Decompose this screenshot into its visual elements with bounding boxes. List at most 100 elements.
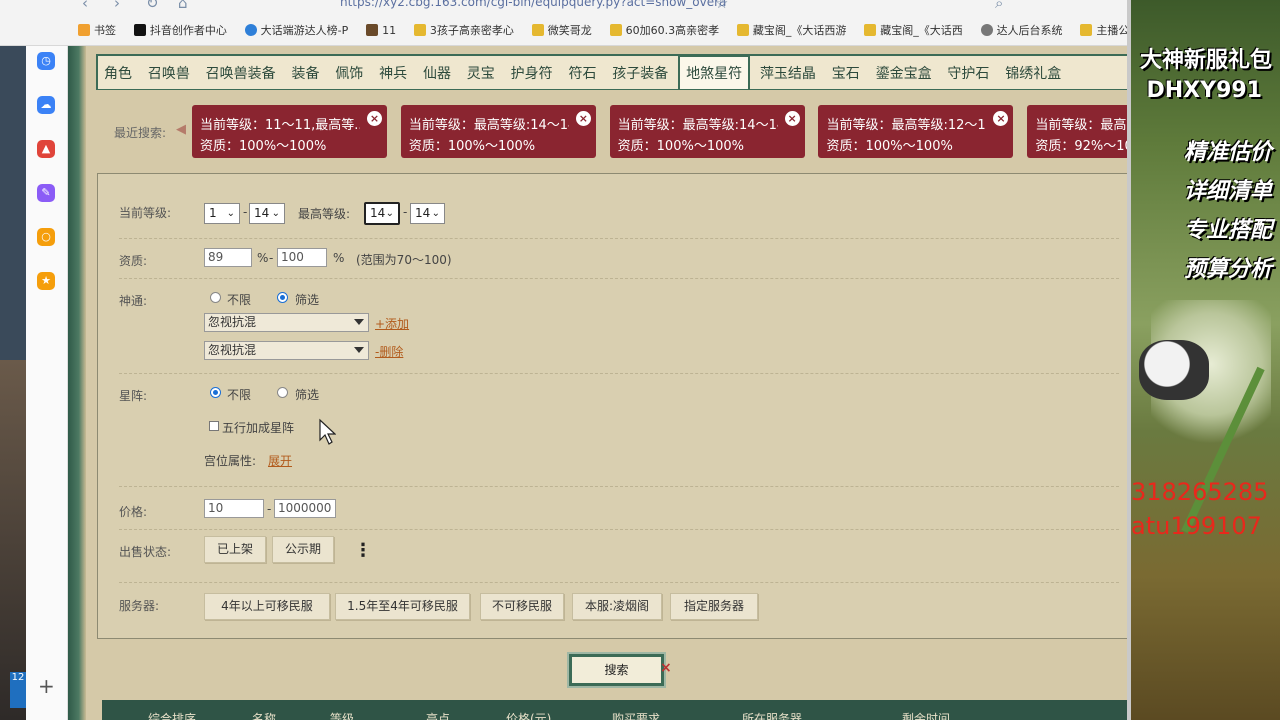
server-specify-button[interactable]: 指定服务器 [670, 593, 758, 620]
server-1-5y-button[interactable]: 1.5年至4年可移民服 [335, 593, 470, 620]
price-from-input[interactable]: 10 [204, 499, 264, 518]
add-shentong-link[interactable]: +添加 [375, 315, 409, 332]
overlay-line: 大神新服礼包 [1139, 48, 1272, 73]
bookmark-item[interactable]: 3孩子高亲密孝心 [413, 22, 514, 38]
xingzhen-filter-radio[interactable] [277, 387, 288, 398]
recent-search-list: 当前等级：11～11,最高等... 资质：100%～100% × 当前等级：最高等级… [192, 105, 1131, 159]
sort-header[interactable]: 综合排序 [148, 710, 196, 720]
tab-divine-weapon[interactable]: 神兵 [373, 57, 413, 89]
close-icon[interactable]: × [993, 111, 1009, 126]
close-icon[interactable]: × [367, 111, 382, 126]
tab-rune-stone[interactable]: 符石 [562, 57, 602, 89]
tab-gilded-box[interactable]: 鎏金宝盒 [870, 57, 938, 89]
recent-search-chip[interactable]: 当前等级：最高等级:12～14 资质：100%～100% × [818, 105, 1014, 158]
max-level-to-select[interactable]: 14 ⌄ [410, 203, 445, 224]
bookmark-item[interactable]: 抖音创作者中心 [133, 22, 227, 38]
bookmark-item[interactable]: 藏宝阁_《大话西 [864, 22, 963, 38]
close-icon[interactable]: × [575, 111, 591, 126]
search-button[interactable]: 搜索 [567, 652, 666, 688]
browser-sidebar: ◷ ☁ ▲ ✎ ○ ★ + [26, 46, 68, 720]
tab-gift-box[interactable]: 锦绣礼盒 [999, 57, 1067, 89]
tab-jade-crystal[interactable]: 萍玉结晶 [754, 57, 822, 89]
close-icon[interactable]: × [784, 111, 800, 126]
shentong-any-radio[interactable] [210, 292, 221, 303]
quality-from-input[interactable]: 89 [204, 248, 252, 267]
recent-search-chip[interactable]: 当前等级：最高等级:14～14 资质：100%～100% × [400, 105, 596, 158]
level-from-select[interactable]: 1 ⌄ [204, 203, 240, 224]
tab-child-equipment[interactable]: 孩子装备 [606, 57, 674, 89]
recent-search-chip[interactable]: 当前等级：最高等 资质：92%～100 [1027, 105, 1131, 158]
divider [119, 373, 1119, 374]
level-to-select[interactable]: 14 ⌄ [249, 203, 285, 224]
chevron-down-icon [354, 319, 364, 325]
bookmark-item[interactable]: 书签 [78, 22, 116, 38]
recent-search-chip[interactable]: 当前等级：11～11,最高等... 资质：100%～100% × [192, 105, 387, 158]
more-vertical-icon[interactable]: ⋮ [354, 540, 372, 561]
tab-accessory[interactable]: 佩饰 [329, 57, 369, 89]
site-icon [864, 24, 877, 36]
clock-icon[interactable]: ◷ [37, 52, 55, 70]
percent-sign: % [257, 251, 269, 265]
add-icon[interactable]: + [38, 674, 55, 698]
chevron-left-icon[interactable]: ◀ [176, 122, 186, 137]
expand-link[interactable]: 展开 [268, 452, 292, 469]
star-icon[interactable]: ☆ [715, 0, 728, 12]
overlay-number: 318265285 [1131, 478, 1269, 506]
xingzhen-any-radio[interactable] [210, 387, 221, 398]
divider [119, 582, 1119, 583]
tab-character[interactable]: 角色 [98, 57, 138, 89]
home-icon[interactable]: ⌂ [178, 0, 188, 12]
tab-gem[interactable]: 宝石 [826, 57, 866, 89]
remove-shentong-link[interactable]: -删除 [375, 343, 403, 360]
close-icon[interactable]: × [660, 660, 672, 676]
quality-to-input[interactable]: 100 [277, 248, 327, 267]
tab-spirit-treasure[interactable]: 灵宝 [461, 57, 501, 89]
forward-icon[interactable]: › [114, 0, 120, 12]
remaining-time-header: 剩余时间 [902, 712, 951, 720]
cloud-icon[interactable]: ☁ [37, 96, 55, 114]
tab-fairy-weapon[interactable]: 仙器 [417, 57, 457, 89]
server-current-button[interactable]: 本服:凌烟阁 [572, 593, 662, 620]
bookmark-item[interactable]: 11 [366, 24, 396, 37]
price-header[interactable]: 价格(元) [506, 710, 551, 720]
bookmark-item[interactable]: 达人后台系统 [980, 22, 1063, 38]
shentong-select-2[interactable]: 忽视抗混 [204, 341, 369, 360]
shentong-label: 神通: [119, 294, 148, 308]
star-icon[interactable]: ★ [37, 272, 55, 290]
tab-summon[interactable]: 召唤兽 [142, 57, 196, 89]
shentong-filter-radio[interactable] [277, 292, 288, 303]
search-icon[interactable]: ⌕ [995, 0, 1003, 12]
recent-search-chip[interactable]: 当前等级：最高等级:14～14 资质：100%～100% × [609, 105, 805, 158]
max-level-from-select[interactable]: 14 ⌄ [364, 202, 400, 225]
refresh-icon[interactable]: ↻ [146, 0, 159, 12]
listed-button[interactable]: 已上架 [204, 536, 266, 563]
search-icon[interactable]: ○ [37, 228, 55, 246]
range-dash: - [403, 205, 408, 219]
mouse-cursor-icon [319, 418, 336, 445]
desktop-app-badge: 12 [10, 672, 26, 708]
tab-equipment[interactable]: 装备 [285, 57, 325, 89]
bookmark-item[interactable]: 大话端游达人榜-P [244, 22, 348, 38]
pdf-icon[interactable]: ▲ [37, 140, 55, 158]
price-to-input[interactable]: 1000000 [274, 499, 336, 518]
level-header[interactable]: 等级 [330, 710, 354, 720]
tab-summon-equipment[interactable]: 召唤兽装备 [200, 57, 282, 89]
tab-guardian-stone[interactable]: 守护石 [941, 57, 995, 89]
overlay-line: 预算分析 [1183, 257, 1272, 282]
server-no-migrate-button[interactable]: 不可移民服 [480, 593, 564, 620]
tab-amulet[interactable]: 护身符 [505, 57, 559, 89]
publicity-button[interactable]: 公示期 [272, 536, 334, 563]
bookmark-item[interactable]: 主播公 [1080, 22, 1129, 38]
wuxing-checkbox[interactable] [209, 421, 219, 431]
pen-icon[interactable]: ✎ [37, 184, 55, 202]
site-icon [413, 24, 426, 36]
bookmark-item[interactable]: 微笑哥龙 [531, 22, 592, 38]
back-icon[interactable]: ‹ [82, 0, 88, 12]
address-bar[interactable]: https://xy2.cbg.163.com/cgi-bin/equipque… [340, 0, 726, 9]
bookmark-item[interactable]: 藏宝阁_《大话西游 [736, 22, 846, 38]
server-4y-button[interactable]: 4年以上可移民服 [204, 593, 330, 620]
tab-disha-star-rune[interactable]: 地煞星符 [678, 56, 751, 89]
bookmark-item[interactable]: 60加60.3高亲密孝 [609, 22, 719, 38]
site-icon [609, 24, 622, 36]
shentong-select-1[interactable]: 忽视抗混 [204, 313, 369, 332]
